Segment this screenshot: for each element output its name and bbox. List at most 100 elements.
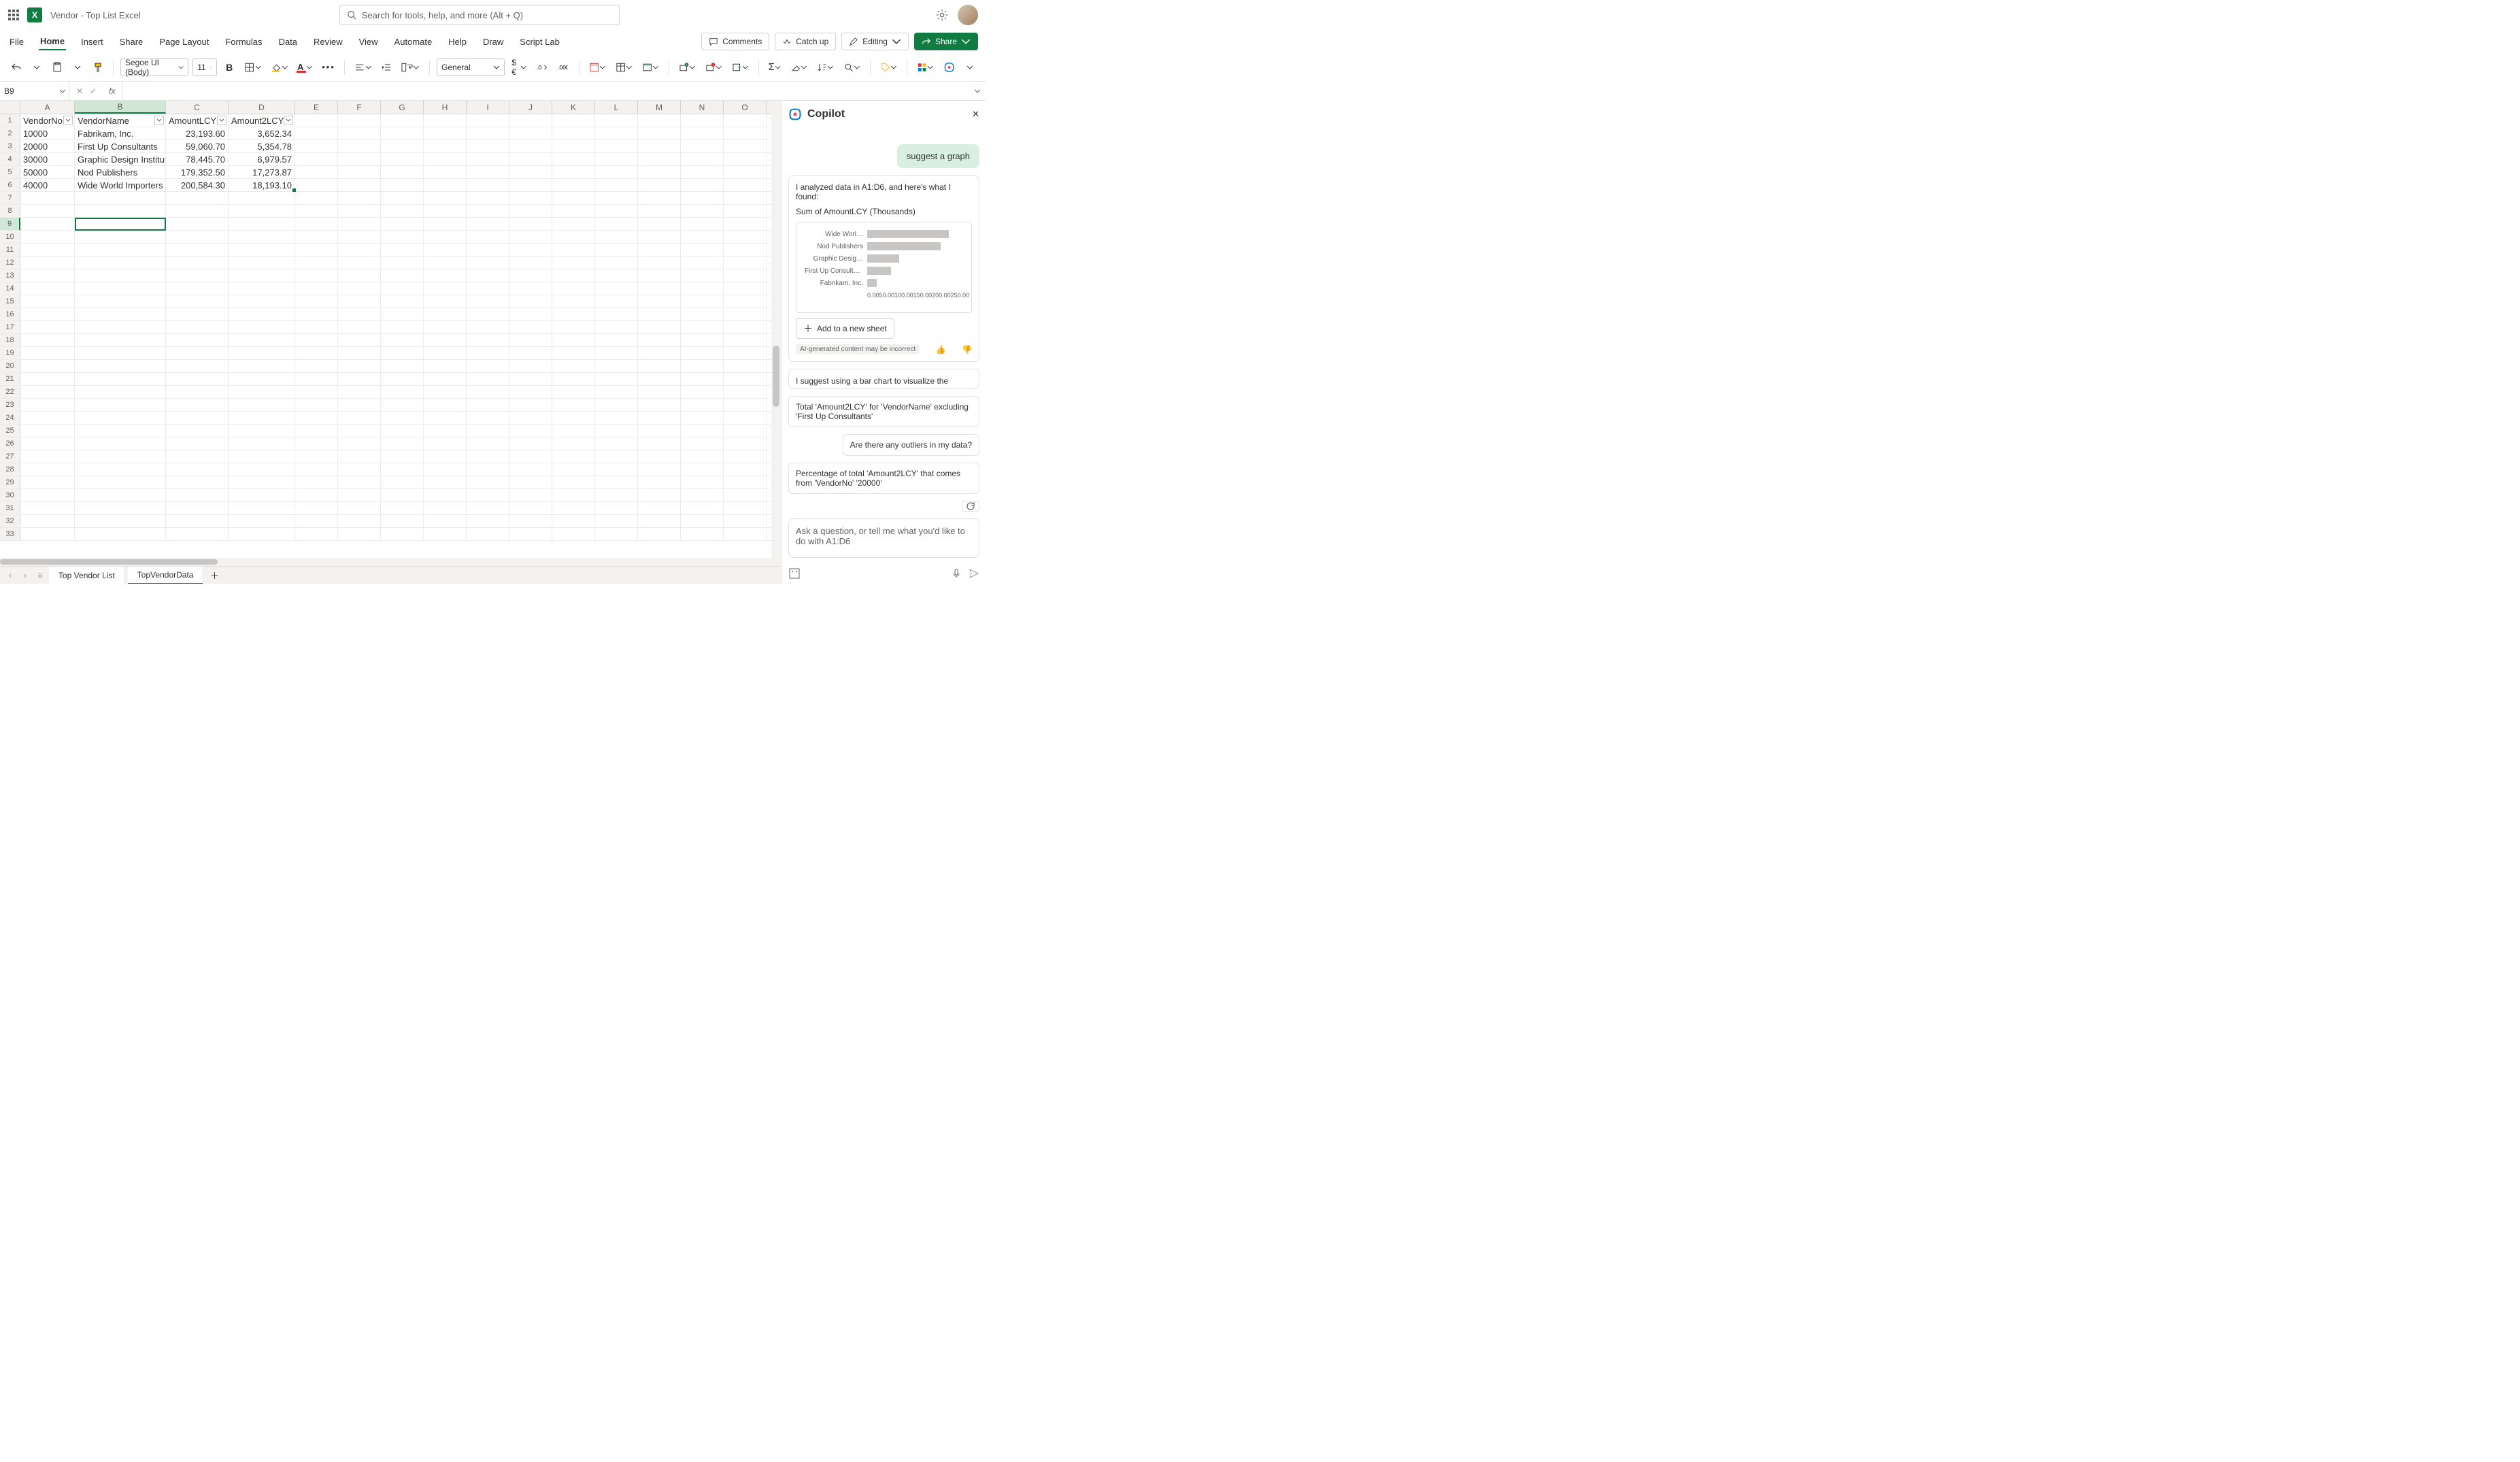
cell[interactable] [509, 463, 552, 476]
cell[interactable] [681, 450, 724, 463]
cell[interactable] [20, 502, 75, 514]
accounting-format-button[interactable]: $€ [509, 58, 529, 77]
cell[interactable] [338, 347, 381, 359]
sheet-tab-topvendordata[interactable]: TopVendorData [128, 567, 204, 584]
cell[interactable] [724, 425, 767, 437]
tab-data[interactable]: Data [278, 34, 299, 50]
cell[interactable] [424, 334, 467, 346]
row-header[interactable]: 6 [0, 179, 20, 191]
cell[interactable] [681, 192, 724, 204]
cell[interactable] [595, 489, 638, 501]
cell[interactable] [381, 399, 424, 411]
cell[interactable] [381, 153, 424, 165]
cell[interactable] [595, 412, 638, 424]
cell[interactable] [75, 502, 166, 514]
cell[interactable] [595, 502, 638, 514]
decrease-decimal-button[interactable]: .00 [555, 58, 572, 77]
cell[interactable] [681, 205, 724, 217]
cell[interactable] [552, 321, 595, 333]
thumbs-up-button[interactable]: 👍 [936, 345, 946, 354]
cell[interactable] [381, 515, 424, 527]
cell[interactable] [638, 256, 681, 269]
cell[interactable] [338, 489, 381, 501]
cell[interactable]: VendorName [75, 114, 166, 127]
cell[interactable] [166, 244, 229, 256]
cell[interactable] [552, 153, 595, 165]
cell[interactable] [424, 282, 467, 295]
row-header[interactable]: 28 [0, 463, 20, 476]
cell[interactable] [20, 192, 75, 204]
cell[interactable] [467, 179, 509, 191]
cell[interactable] [724, 502, 767, 514]
cell[interactable] [552, 373, 595, 385]
cell[interactable] [338, 231, 381, 243]
row-header[interactable]: 20 [0, 360, 20, 372]
cell[interactable] [638, 231, 681, 243]
cell[interactable] [20, 256, 75, 269]
font-name-select[interactable]: Segoe UI (Body) [120, 59, 188, 76]
cell[interactable] [229, 373, 295, 385]
settings-icon[interactable] [936, 9, 948, 21]
cell[interactable] [724, 308, 767, 320]
cell[interactable] [295, 360, 338, 372]
cell[interactable] [75, 412, 166, 424]
cell[interactable] [75, 476, 166, 488]
select-all-cells[interactable] [0, 101, 20, 114]
cell[interactable] [381, 463, 424, 476]
cell[interactable] [552, 231, 595, 243]
cell[interactable] [724, 192, 767, 204]
catch-up-button[interactable]: Catch up [775, 33, 836, 50]
cell[interactable] [595, 179, 638, 191]
cell[interactable] [20, 463, 75, 476]
cell[interactable] [229, 515, 295, 527]
conditional-format-button[interactable] [586, 58, 609, 77]
tab-automate[interactable]: Automate [393, 34, 434, 50]
cell[interactable] [724, 373, 767, 385]
cell[interactable] [681, 166, 724, 178]
format-painter-button[interactable] [90, 58, 106, 77]
cell[interactable] [166, 528, 229, 540]
cell[interactable] [75, 425, 166, 437]
cell[interactable] [20, 399, 75, 411]
cell[interactable] [381, 140, 424, 152]
cell[interactable] [724, 360, 767, 372]
cell[interactable] [229, 489, 295, 501]
cell[interactable] [595, 282, 638, 295]
cell[interactable] [681, 308, 724, 320]
cell[interactable] [509, 476, 552, 488]
cell[interactable] [424, 360, 467, 372]
cell[interactable] [424, 192, 467, 204]
cell[interactable] [229, 386, 295, 398]
cell[interactable]: 40000 [20, 179, 75, 191]
cell[interactable] [424, 476, 467, 488]
cell[interactable] [338, 437, 381, 450]
row-header[interactable]: 23 [0, 399, 20, 411]
cell[interactable] [166, 399, 229, 411]
cell[interactable] [424, 399, 467, 411]
cell[interactable] [595, 192, 638, 204]
cell[interactable] [509, 295, 552, 308]
cell[interactable]: 179,352.50 [166, 166, 229, 178]
cell[interactable] [509, 153, 552, 165]
cell[interactable] [229, 231, 295, 243]
cell[interactable] [595, 463, 638, 476]
cell[interactable] [467, 360, 509, 372]
cell[interactable] [229, 295, 295, 308]
cell[interactable] [724, 321, 767, 333]
cell[interactable] [295, 321, 338, 333]
cell[interactable] [229, 463, 295, 476]
cell[interactable]: 18,193.10 [229, 179, 295, 191]
cell[interactable] [381, 373, 424, 385]
cell[interactable] [424, 412, 467, 424]
cell[interactable] [229, 425, 295, 437]
app-launcher-icon[interactable] [8, 10, 19, 20]
undo-dropdown[interactable] [29, 58, 45, 77]
tab-page-layout[interactable]: Page Layout [158, 34, 210, 50]
col-header-C[interactable]: C [166, 101, 229, 114]
cell[interactable] [552, 360, 595, 372]
cell[interactable] [166, 282, 229, 295]
cell[interactable] [75, 347, 166, 359]
cell[interactable] [724, 205, 767, 217]
cell[interactable] [166, 437, 229, 450]
cell[interactable] [20, 321, 75, 333]
